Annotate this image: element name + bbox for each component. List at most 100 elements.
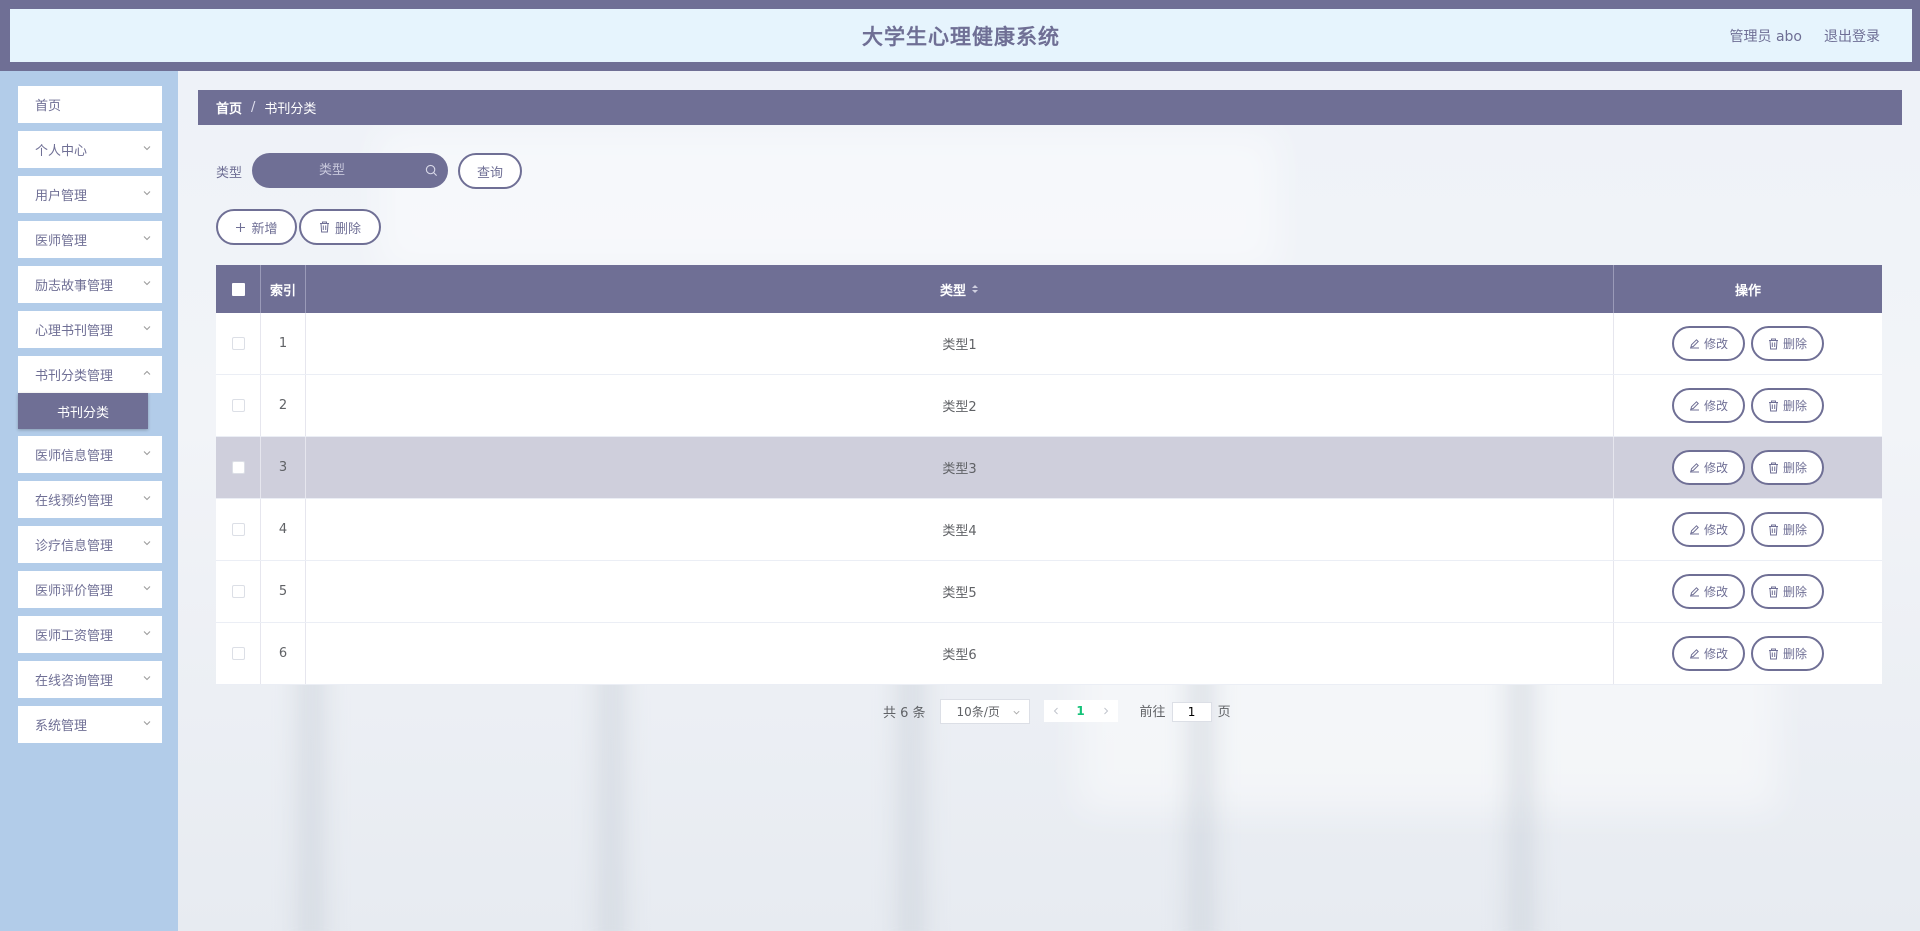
sidebar-item-story-mgmt[interactable]: 励志故事管理 bbox=[18, 266, 162, 303]
trash-icon bbox=[319, 221, 329, 233]
delete-button[interactable]: 删除 bbox=[1751, 574, 1824, 609]
table-row[interactable]: 2 类型2 修改 删除 bbox=[216, 375, 1882, 437]
row-checkbox[interactable] bbox=[231, 461, 245, 474]
sidebar-item-system-mgmt[interactable]: 系统管理 bbox=[18, 706, 162, 743]
select-all-checkbox[interactable] bbox=[231, 282, 245, 296]
edit-button[interactable]: 修改 bbox=[1672, 574, 1745, 609]
sidebar-item-label: 在线咨询管理 bbox=[35, 674, 114, 689]
row-select-cell bbox=[216, 499, 261, 560]
delete-button-label: 删除 bbox=[1782, 461, 1807, 475]
page-number-current[interactable]: 1 bbox=[1076, 704, 1084, 718]
header-type[interactable]: 类型 bbox=[306, 265, 1614, 313]
sidebar-item-journal-category-mgmt[interactable]: 书刊分类管理 bbox=[18, 356, 162, 393]
row-checkbox[interactable] bbox=[231, 337, 245, 350]
row-actions: 修改 删除 bbox=[1614, 313, 1882, 374]
sidebar-item-consult-mgmt[interactable]: 在线咨询管理 bbox=[18, 661, 162, 698]
breadcrumb: 首页 / 书刊分类 bbox=[198, 90, 1902, 125]
sidebar-item-doctor-info-mgmt[interactable]: 医师信息管理 bbox=[18, 436, 162, 473]
sidebar-item-label: 诊疗信息管理 bbox=[35, 539, 114, 554]
delete-button-label: 删除 bbox=[1782, 399, 1807, 413]
batch-delete-button[interactable]: 删除 bbox=[299, 209, 381, 245]
sidebar-item-journal-mgmt[interactable]: 心理书刊管理 bbox=[18, 311, 162, 348]
edit-button-label: 修改 bbox=[1703, 337, 1728, 351]
sidebar-item-label: 在线预约管理 bbox=[35, 494, 114, 509]
page-size-select[interactable]: 10条/页 bbox=[939, 698, 1030, 724]
row-type: 类型6 bbox=[306, 623, 1614, 684]
edit-button-label: 修改 bbox=[1703, 399, 1728, 413]
query-button[interactable]: 查询 bbox=[458, 153, 522, 189]
edit-icon bbox=[1689, 649, 1699, 659]
sidebar-item-diagnosis-mgmt[interactable]: 诊疗信息管理 bbox=[18, 526, 162, 563]
row-index: 1 bbox=[261, 313, 306, 374]
delete-button[interactable]: 删除 bbox=[1751, 636, 1824, 671]
row-index: 6 bbox=[261, 623, 306, 684]
pagination: 共 6 条 10条/页 1 前往 页 bbox=[883, 698, 1231, 724]
edit-button[interactable]: 修改 bbox=[1672, 450, 1745, 485]
prev-page-icon[interactable] bbox=[1052, 707, 1060, 715]
table-row[interactable]: 5 类型5 修改 删除 bbox=[216, 561, 1882, 623]
header-user-area: 管理员 abo 退出登录 bbox=[1730, 9, 1880, 62]
row-type: 类型1 bbox=[306, 313, 1614, 374]
sidebar-item-doctor-mgmt[interactable]: 医师管理 bbox=[18, 221, 162, 258]
trash-icon bbox=[1768, 524, 1778, 535]
breadcrumb-home[interactable]: 首页 bbox=[216, 98, 242, 117]
goto-page-input[interactable] bbox=[1171, 701, 1212, 722]
row-actions: 修改 删除 bbox=[1614, 375, 1882, 436]
delete-button[interactable]: 删除 bbox=[1751, 450, 1824, 485]
table-row[interactable]: 6 类型6 修改 删除 bbox=[216, 623, 1882, 685]
next-page-icon[interactable] bbox=[1102, 707, 1110, 715]
edit-button[interactable]: 修改 bbox=[1672, 388, 1745, 423]
header: 大学生心理健康系统 管理员 abo 退出登录 bbox=[10, 9, 1912, 62]
sidebar-item-label: 医师评价管理 bbox=[35, 584, 114, 599]
search-box bbox=[252, 153, 448, 188]
sidebar-item-personal-center[interactable]: 个人中心 bbox=[18, 131, 162, 168]
sidebar-item-home[interactable]: 首页 bbox=[18, 86, 162, 123]
add-button[interactable]: 新增 bbox=[216, 209, 297, 245]
row-index: 4 bbox=[261, 499, 306, 560]
chevron-down-icon bbox=[143, 451, 151, 456]
row-select-cell bbox=[216, 313, 261, 374]
breadcrumb-current: 书刊分类 bbox=[264, 102, 317, 117]
row-type: 类型5 bbox=[306, 561, 1614, 622]
edit-icon bbox=[1689, 525, 1699, 535]
edit-button[interactable]: 修改 bbox=[1672, 326, 1745, 361]
trash-icon bbox=[1768, 462, 1778, 473]
row-checkbox[interactable] bbox=[231, 585, 245, 598]
edit-button[interactable]: 修改 bbox=[1672, 512, 1745, 547]
sidebar-item-user-mgmt[interactable]: 用户管理 bbox=[18, 176, 162, 213]
logout-link[interactable]: 退出登录 bbox=[1824, 26, 1880, 46]
plus-icon bbox=[236, 222, 246, 232]
header-type-label: 类型 bbox=[939, 283, 966, 299]
edit-icon bbox=[1689, 339, 1699, 349]
goto-suffix: 页 bbox=[1217, 704, 1231, 720]
row-checkbox[interactable] bbox=[231, 523, 245, 536]
sidebar-item-label: 心理书刊管理 bbox=[35, 324, 114, 339]
sidebar-item-salary-mgmt[interactable]: 医师工资管理 bbox=[18, 616, 162, 653]
delete-button[interactable]: 删除 bbox=[1751, 512, 1824, 547]
chevron-down-icon bbox=[143, 326, 151, 331]
chevron-down-icon bbox=[143, 586, 151, 591]
breadcrumb-separator: / bbox=[251, 100, 256, 115]
row-actions: 修改 删除 bbox=[1614, 561, 1882, 622]
table-row[interactable]: 4 类型4 修改 删除 bbox=[216, 499, 1882, 561]
sort-icon[interactable] bbox=[971, 283, 979, 295]
header-index: 索引 bbox=[261, 265, 306, 313]
sidebar-item-review-mgmt[interactable]: 医师评价管理 bbox=[18, 571, 162, 608]
delete-button[interactable]: 删除 bbox=[1751, 326, 1824, 361]
edit-button-label: 修改 bbox=[1703, 461, 1728, 475]
sidebar-subitem-journal-category[interactable]: 书刊分类 bbox=[18, 393, 148, 429]
chevron-down-icon bbox=[143, 721, 151, 726]
add-button-label: 新增 bbox=[251, 221, 278, 237]
search-input[interactable] bbox=[252, 154, 412, 187]
sidebar-item-appointment-mgmt[interactable]: 在线预约管理 bbox=[18, 481, 162, 518]
table-row[interactable]: 3 类型3 修改 删除 bbox=[216, 437, 1882, 499]
chevron-down-icon bbox=[143, 631, 151, 636]
table-row[interactable]: 1 类型1 修改 删除 bbox=[216, 313, 1882, 375]
pagination-total: 共 6 条 bbox=[883, 705, 926, 721]
trash-icon bbox=[1768, 400, 1778, 411]
delete-button-label: 删除 bbox=[1782, 585, 1807, 599]
delete-button[interactable]: 删除 bbox=[1751, 388, 1824, 423]
row-checkbox[interactable] bbox=[231, 647, 245, 660]
row-checkbox[interactable] bbox=[231, 399, 245, 412]
edit-button[interactable]: 修改 bbox=[1672, 636, 1745, 671]
